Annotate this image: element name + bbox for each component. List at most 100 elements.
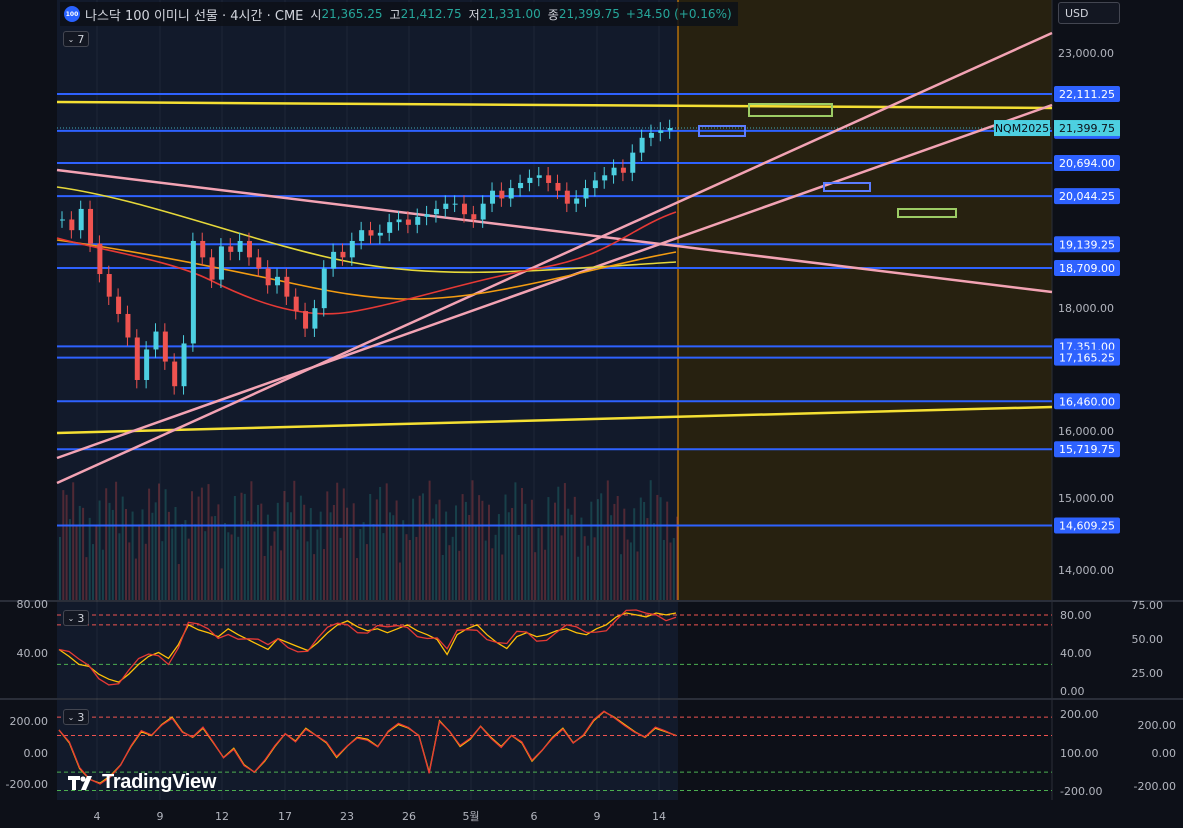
y-tick-label: 18,000.00 <box>1058 302 1114 315</box>
candle-body <box>405 219 411 225</box>
volume-bar <box>461 494 464 600</box>
level-tag-label: 22,111.25 <box>1059 88 1115 101</box>
volume-bar <box>600 493 603 600</box>
volume-bar <box>171 528 174 600</box>
volume-bar <box>554 502 556 600</box>
candle-body <box>88 208 94 244</box>
chevron-down-icon: ⌄ <box>67 613 75 623</box>
volume-bar <box>402 520 405 600</box>
candle-body <box>555 182 561 191</box>
candle-body <box>639 137 645 153</box>
candle-body <box>424 214 430 217</box>
volume-bar <box>666 501 669 600</box>
high-value: 21,412.75 <box>400 7 462 21</box>
indicator-count: 7 <box>77 32 85 46</box>
symbol-title[interactable]: 나스닥 100 이미니 선물 · 4시간 · CME <box>85 5 303 24</box>
candle-body <box>209 257 215 280</box>
volume-bar <box>458 550 461 600</box>
x-tick-label: 4 <box>94 810 101 823</box>
volume-bar <box>639 497 642 600</box>
candle-body <box>181 343 187 387</box>
volume-bar <box>362 522 365 600</box>
candle-body <box>508 188 514 199</box>
volume-bar <box>573 496 576 600</box>
candle-body <box>265 268 271 286</box>
currency-button[interactable]: USD <box>1058 2 1120 24</box>
y-tick-label: 16,000.00 <box>1058 425 1114 438</box>
volume-bar <box>379 486 382 600</box>
osc2-outer-tick: -200.00 <box>1134 780 1176 793</box>
low-label: 저 <box>468 7 480 22</box>
volume-bar <box>148 488 151 600</box>
candle-body <box>583 188 589 199</box>
volume-bar <box>570 514 573 600</box>
osc2-outer-tick: 0.00 <box>1152 747 1177 760</box>
volume-bar <box>191 491 193 600</box>
volume-bar <box>613 503 616 600</box>
osc1-outer-tick: 25.00 <box>1132 667 1164 680</box>
price-chart[interactable]: 4 9 12 17 23 26 5월 6 9 14 14,000.00 15,000.00 16,000… <box>0 0 1183 828</box>
x-tick-label: 5월 <box>462 810 479 823</box>
volume-bar <box>253 522 256 600</box>
volume-bar <box>629 542 632 600</box>
volume-bar <box>75 526 78 600</box>
volume-bar <box>567 508 570 600</box>
pane3-toggle-button[interactable]: ⌄ 3 <box>63 709 89 725</box>
volume-bar <box>313 554 316 600</box>
level-tag-label: 18,709.00 <box>1059 262 1115 275</box>
volume-bar <box>603 526 606 600</box>
pane2-count: 3 <box>77 611 85 625</box>
candle-body <box>153 331 159 350</box>
volume-bar <box>422 493 424 600</box>
volume-bar <box>349 527 352 600</box>
pane2-toggle-button[interactable]: ⌄ 3 <box>63 610 89 626</box>
candle-body <box>69 219 75 231</box>
candle-body <box>518 182 524 189</box>
volume-bar <box>369 493 372 600</box>
volume-bar <box>323 549 325 600</box>
volume-bar <box>372 523 375 600</box>
volume-bar <box>669 542 672 600</box>
candle-body <box>228 246 234 252</box>
volume-bar <box>266 514 269 600</box>
volume-bar <box>623 508 626 600</box>
volume-bar <box>161 541 164 600</box>
volume-bar <box>108 502 111 600</box>
volume-bar <box>306 541 309 600</box>
open-value: 21,365.25 <box>321 7 383 21</box>
candle-body <box>546 175 552 183</box>
volume-bar <box>197 496 200 600</box>
volume-bar <box>435 504 438 600</box>
volume-bar <box>412 498 415 600</box>
candle-body <box>620 167 626 173</box>
osc2-left-tick: 0.00 <box>24 747 49 760</box>
symbol-badge-icon: 100 <box>64 6 80 22</box>
volume-bar <box>207 484 210 600</box>
candle-body <box>359 230 365 241</box>
candle-body <box>396 219 402 223</box>
volume-bar <box>296 529 299 600</box>
volume-bar <box>451 536 454 600</box>
candle-body <box>172 361 178 387</box>
volume-bar <box>217 504 220 600</box>
volume-bar <box>676 516 679 600</box>
volume-bar <box>194 524 197 600</box>
volume-bar <box>210 516 213 600</box>
candle-body <box>574 198 580 204</box>
indicators-toggle-button[interactable]: ⌄ 7 <box>63 31 89 47</box>
volume-bar <box>382 533 385 600</box>
volume-bar <box>125 509 127 600</box>
x-tick-label: 12 <box>215 810 229 823</box>
volume-bar <box>441 554 444 600</box>
volume-bar <box>273 531 276 600</box>
volume-bar <box>224 522 226 600</box>
volume-bar <box>494 534 497 600</box>
osc1-left-tick: 40.00 <box>17 647 49 660</box>
volume-bar <box>626 539 629 600</box>
volume-bar <box>247 521 250 600</box>
volume-bar <box>62 490 65 600</box>
volume-bar <box>356 558 358 600</box>
volume-bar <box>662 539 665 600</box>
volume-bar <box>395 500 398 600</box>
volume-bar <box>550 524 553 600</box>
